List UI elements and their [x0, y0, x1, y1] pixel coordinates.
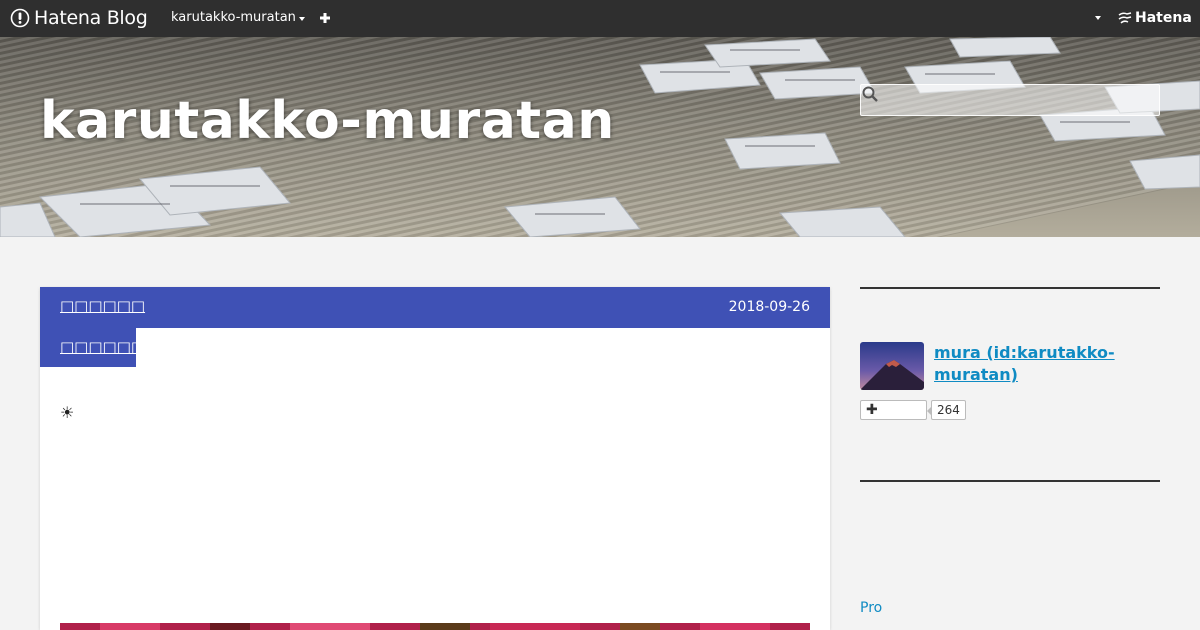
pro-link[interactable]: Pro — [860, 600, 882, 616]
logo-text: Hatena Blog — [34, 7, 148, 29]
user-menu-chevron-down-icon[interactable] — [1093, 14, 1103, 22]
global-header: Hatena Blog karutakko-muratan Hatena — [0, 0, 1200, 37]
plus-icon: ✚ — [866, 402, 878, 418]
follower-count[interactable]: 264 — [927, 400, 966, 420]
article: □□□□□□ 2018-09-26 □□□□□□ ☀ — [40, 287, 830, 630]
blog-switcher-menu[interactable]: karutakko-muratan — [171, 10, 305, 25]
article-title-link[interactable]: □□□□□□ — [60, 338, 145, 356]
article-date[interactable]: 2018-09-26 — [729, 299, 810, 315]
header-banner: karutakko-muratan — [0, 37, 1200, 237]
article-header: □□□□□□ 2018-09-26 — [40, 287, 830, 328]
chevron-down-icon — [298, 16, 305, 21]
article-body-text: ☀ — [60, 403, 75, 422]
search-box — [860, 84, 1160, 116]
hatena-logo-link[interactable]: Hatena — [1118, 10, 1192, 26]
plus-icon[interactable] — [318, 10, 332, 26]
hatena-blog-logo-icon — [10, 8, 30, 28]
hatena-text: Hatena — [1135, 10, 1192, 26]
avatar-image-mount-fuji — [860, 342, 924, 390]
sidebar-divider — [860, 287, 1160, 289]
sidebar-divider — [860, 480, 1160, 482]
hatena-logo-icon — [1118, 12, 1132, 24]
article-photo — [60, 623, 810, 630]
blog-switcher-label: karutakko-muratan — [171, 10, 296, 25]
hatena-blog-logo[interactable]: Hatena Blog — [10, 7, 148, 29]
search-input[interactable] — [861, 85, 1131, 115]
avatar[interactable] — [860, 342, 924, 390]
article-title-tab: □□□□□□ — [40, 328, 145, 367]
follow-button[interactable]: ✚ — [860, 400, 927, 420]
article-category-link[interactable]: □□□□□□ — [60, 297, 145, 315]
profile-name-link[interactable]: mura (id:karutakko-muratan) — [934, 342, 1160, 386]
blog-title[interactable]: karutakko-muratan — [40, 91, 615, 151]
search-icon[interactable] — [861, 85, 879, 103]
